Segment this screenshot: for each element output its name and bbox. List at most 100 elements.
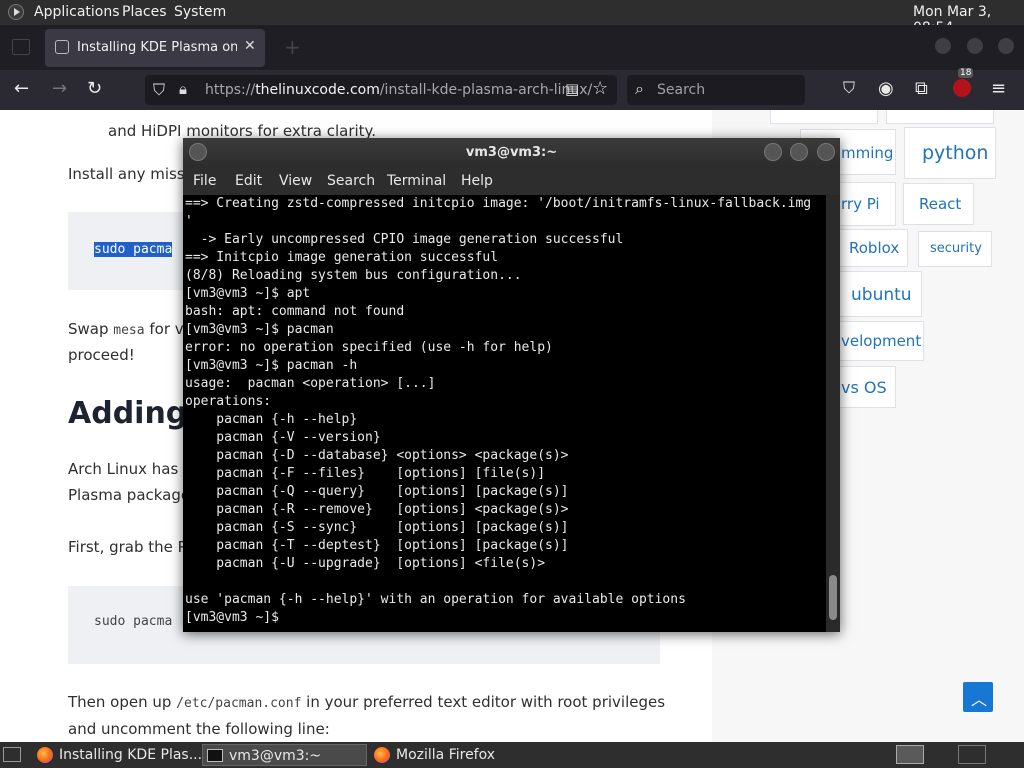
- new-tab-icon[interactable]: +: [284, 35, 301, 59]
- workspace-switcher-1[interactable]: [896, 745, 924, 764]
- chevron-up-icon: ︿: [971, 690, 988, 709]
- close-icon[interactable]: [817, 143, 835, 161]
- scrollbar-thumb[interactable]: [829, 575, 837, 620]
- tag-link[interactable]: Roblox: [836, 229, 908, 267]
- paragraph: Then open up /etc/pacman.conf in your pr…: [68, 693, 666, 711]
- maximize-window-icon[interactable]: [967, 38, 983, 54]
- terminal-line: pacman {-D --database} <options> <packag…: [185, 448, 569, 463]
- tab-close-icon[interactable]: ✕: [244, 38, 256, 54]
- terminal-line: pacman {-R --remove} [options] <package(…: [185, 502, 569, 517]
- back-icon[interactable]: ←: [14, 78, 29, 99]
- terminal-line: (8/8) Reloading system bus configuration…: [185, 268, 522, 283]
- scroll-to-top-button[interactable]: ︿: [963, 682, 993, 712]
- terminal-line: ==> Initcpio image generation successful: [185, 250, 499, 265]
- distro-logo-icon[interactable]: [8, 4, 24, 20]
- maximize-icon[interactable]: [790, 143, 808, 161]
- code-text-selected[interactable]: sudo pacma: [94, 242, 173, 257]
- ublock-icon[interactable]: 18: [953, 68, 974, 97]
- terminal-window[interactable]: vm3@vm3:~ File Edit View Search Terminal…: [183, 138, 840, 632]
- menu-terminal[interactable]: Terminal: [387, 173, 446, 189]
- terminal-line: pacman {-Q --query} [options] [package(s…: [185, 484, 569, 499]
- terminal-line: pacman {-F --files} [options] [file(s)]: [185, 466, 546, 481]
- taskbar-item-label: Installing KDE Plas...: [59, 747, 203, 763]
- tag-link[interactable]: [770, 110, 878, 124]
- taskbar-item-label: vm3@vm3:~: [229, 748, 322, 764]
- taskbar-item-active[interactable]: vm3@vm3:~: [202, 744, 367, 766]
- close-window-icon[interactable]: [998, 38, 1014, 54]
- paragraph: Arch Linux has a: [68, 460, 193, 478]
- terminal-line: bash: apt: command not found: [185, 304, 405, 319]
- paragraph: First, grab the P: [68, 538, 187, 556]
- tab-title: Installing KDE Plasma on Ar: [77, 40, 237, 55]
- url-text: https://thelinuxcode.com/install-kde-pla…: [205, 82, 593, 98]
- terminal-menubar: File Edit View Search Terminal Help: [183, 168, 840, 195]
- tag-link[interactable]: security: [918, 231, 992, 267]
- terminal-title: vm3@vm3:~: [465, 145, 558, 160]
- code-text[interactable]: sudo pacma: [94, 614, 172, 629]
- section-heading: Adding: [68, 396, 188, 431]
- menu-hamburger-icon[interactable]: ≡: [991, 78, 1006, 99]
- pocket-icon[interactable]: ⛉: [843, 78, 855, 98]
- tag-link[interactable]: python: [904, 127, 996, 179]
- menu-search[interactable]: Search: [327, 173, 375, 189]
- minimize-icon[interactable]: [764, 143, 782, 161]
- tab-list-icon[interactable]: [12, 39, 30, 55]
- paragraph-continued: and uncomment the following line:: [68, 720, 330, 738]
- search-placeholder: Search: [657, 82, 706, 98]
- forward-icon[interactable]: →: [52, 78, 67, 99]
- terminal-line: pacman {-S --sync} [options] [package(s)…: [185, 520, 569, 535]
- taskbar: Installing KDE Plas... vm3@vm3:~ Mozilla…: [0, 742, 1024, 768]
- paragraph-continued: Plasma package: [68, 486, 191, 504]
- search-bar[interactable]: ⌕ Search: [627, 75, 805, 105]
- paragraph: Swap mesa for v: [68, 320, 184, 338]
- reload-icon[interactable]: ↻: [87, 78, 102, 99]
- terminal-line: pacman {-V --version}: [185, 430, 381, 445]
- terminal-line: use 'pacman {-h --help}' with an operati…: [185, 592, 686, 607]
- site-favicon-icon: [55, 40, 69, 54]
- places-menu[interactable]: Places: [122, 4, 167, 20]
- terminal-line: -> Early uncompressed CPIO image generat…: [185, 232, 624, 247]
- list-item-partial: •: [108, 110, 117, 112]
- tag-link[interactable]: React: [903, 183, 974, 225]
- paragraph: Install any missi: [68, 165, 189, 183]
- terminal-icon: [207, 749, 223, 762]
- shield-icon[interactable]: ⛉: [153, 80, 165, 100]
- menu-file[interactable]: File: [193, 173, 216, 189]
- reader-view-icon[interactable]: ▤: [565, 80, 579, 98]
- paragraph-continued: proceed!: [68, 346, 135, 364]
- terminal-line: error: no operation specified (use -h fo…: [185, 340, 553, 355]
- taskbar-item[interactable]: Mozilla Firefox: [370, 744, 535, 766]
- firefox-icon: [374, 747, 390, 763]
- terminal-line: pacman {-h --help}: [185, 412, 358, 427]
- taskbar-item-label: Mozilla Firefox: [396, 747, 496, 763]
- url-bar[interactable]: ⛉ 🔒︎ https://thelinuxcode.com/install-kd…: [145, 75, 617, 105]
- terminal-line: [vm3@vm3 ~]$ apt: [185, 286, 311, 301]
- terminal-scrollbar[interactable]: [826, 195, 840, 632]
- account-icon[interactable]: ◉: [878, 78, 894, 99]
- terminal-line: pacman {-T --deptest} [options] [package…: [185, 538, 569, 553]
- tag-link[interactable]: ubuntu: [838, 271, 922, 317]
- extensions-icon[interactable]: ⧉: [915, 78, 928, 99]
- terminal-output[interactable]: ==> Creating zstd-compressed initcpio im…: [183, 195, 826, 632]
- browser-tab-active[interactable]: Installing KDE Plasma on Ar ✕: [45, 29, 265, 67]
- menu-view[interactable]: View: [279, 173, 312, 189]
- taskbar-item[interactable]: Installing KDE Plas...: [33, 744, 202, 766]
- menu-edit[interactable]: Edit: [235, 173, 262, 189]
- workspace-switcher-2[interactable]: [958, 745, 986, 764]
- applications-menu[interactable]: Applications: [34, 4, 120, 20]
- firefox-icon: [37, 747, 53, 763]
- browser-tab-bar: Installing KDE Plasma on Ar ✕ +: [0, 25, 1024, 70]
- lock-icon[interactable]: 🔒︎: [179, 80, 187, 98]
- search-icon: ⌕: [635, 79, 644, 98]
- show-desktop-icon[interactable]: [3, 747, 21, 762]
- menu-help[interactable]: Help: [461, 173, 493, 189]
- tag-link[interactable]: [886, 110, 994, 124]
- terminal-line: ==> Creating zstd-compressed initcpio im…: [185, 196, 812, 211]
- terminal-line: [vm3@vm3 ~]$ pacman -h: [185, 358, 358, 373]
- bookmark-star-icon[interactable]: ☆: [592, 78, 608, 99]
- addon-badge: 18: [958, 68, 974, 78]
- terminal-titlebar[interactable]: vm3@vm3:~: [183, 138, 840, 168]
- system-menu[interactable]: System: [174, 4, 226, 20]
- minimize-window-icon[interactable]: [935, 38, 951, 54]
